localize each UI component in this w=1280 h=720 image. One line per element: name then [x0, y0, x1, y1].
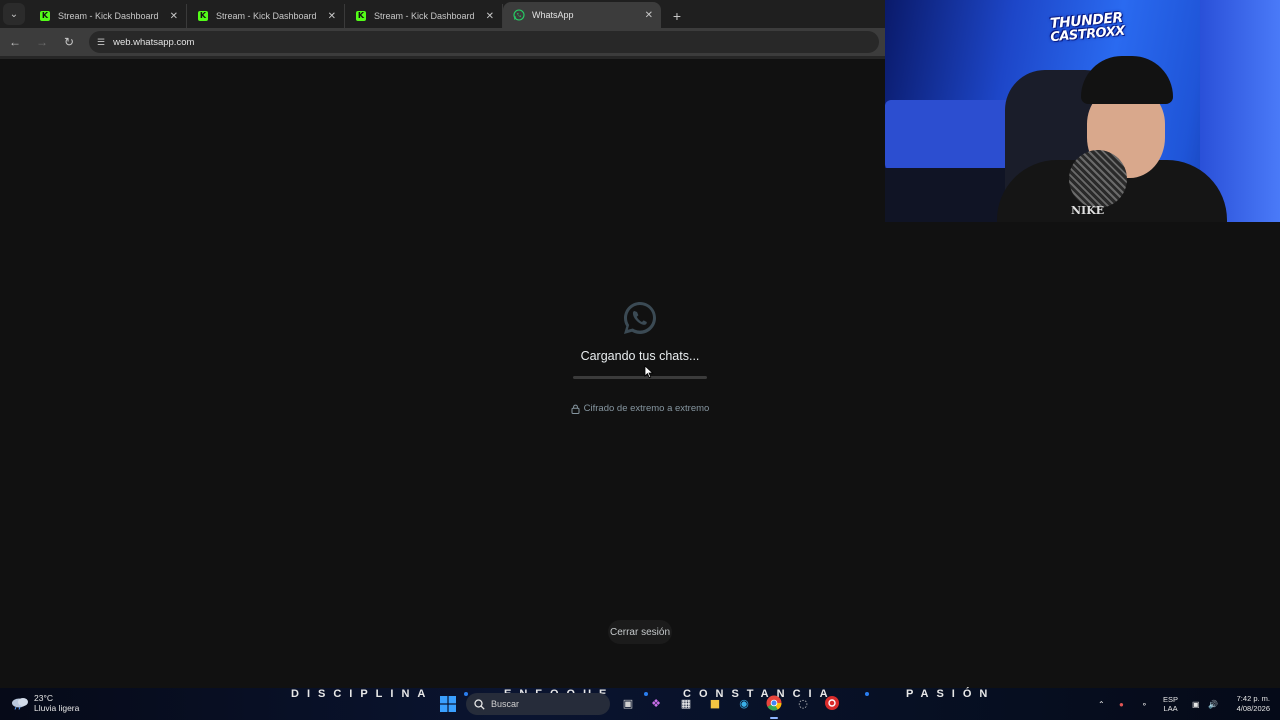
rain-cloud-icon: [12, 698, 28, 710]
close-icon[interactable]: ✕: [645, 10, 653, 21]
active-app-indicator: [770, 717, 778, 719]
show-hidden-icons-button[interactable]: ⌃: [1098, 688, 1105, 720]
logout-button[interactable]: Cerrar sesión: [608, 620, 672, 644]
tab-title: Stream - Kick Dashboard: [58, 11, 159, 21]
arrow-left-icon: ←: [9, 35, 21, 49]
whatsapp-icon: [624, 302, 656, 334]
clock-time: 7:42 p. m.: [1236, 694, 1270, 703]
edge-browser-icon[interactable]: ◉: [735, 694, 753, 712]
copilot-icon[interactable]: ❖: [647, 694, 665, 712]
weather-description: Lluvia ligera: [34, 703, 80, 713]
loading-status-text: Cargando tus chats...: [580, 349, 700, 363]
language-code: ESP: [1163, 695, 1179, 704]
whatsapp-logo-icon: [513, 9, 525, 21]
kick-logo-icon: K: [356, 11, 366, 21]
motto-word-1: DISCIPLINA: [291, 688, 434, 700]
microsoft-store-icon[interactable]: ▦: [677, 694, 695, 712]
encryption-notice: Cifrado de extremo a extremo: [571, 403, 710, 414]
mouse-cursor-icon: [644, 365, 654, 379]
system-clock[interactable]: 7:42 p. m. 4/08/2026: [1228, 694, 1270, 714]
reload-button[interactable]: ↻: [57, 30, 81, 54]
tab-kick-dashboard-1[interactable]: K Stream - Kick Dashboard ✕: [29, 4, 187, 28]
taskbar-search[interactable]: Buscar: [466, 693, 610, 715]
taskbar: 23°C Lluvia ligera DISCIPLINA ENFOQUE CO…: [0, 688, 1280, 720]
whatsapp-loading-panel: Cargando tus chats... Cifrado de extremo…: [540, 300, 740, 414]
network-icon[interactable]: ▣: [1192, 688, 1200, 720]
close-icon[interactable]: ✕: [170, 11, 178, 22]
webcam-microphone: [1069, 150, 1127, 208]
tab-kick-dashboard-2[interactable]: K Stream - Kick Dashboard ✕: [187, 4, 345, 28]
weather-widget[interactable]: 23°C Lluvia ligera: [10, 693, 79, 713]
search-icon: [474, 698, 485, 710]
webcam-shirt-text: NIKE: [1071, 204, 1105, 217]
webcam-background-bed: [885, 100, 1015, 170]
tab-whatsapp[interactable]: WhatsApp ✕: [503, 2, 661, 28]
reload-icon: ↻: [63, 35, 75, 49]
url-text: web.whatsapp.com: [113, 36, 195, 48]
task-view-icon[interactable]: ▣: [619, 694, 637, 712]
chrome-browser-icon[interactable]: [765, 694, 783, 712]
tab-title: Stream - Kick Dashboard: [374, 11, 475, 21]
new-tab-button[interactable]: +: [665, 4, 689, 28]
tab-title: WhatsApp: [532, 10, 574, 20]
lock-icon: [571, 404, 580, 414]
obs-studio-icon[interactable]: ◌: [794, 694, 812, 712]
motto-separator-dot: [865, 692, 869, 696]
weather-temperature: 23°C: [34, 693, 53, 703]
tray-app-icon[interactable]: ●: [1119, 688, 1124, 720]
microphone-icon[interactable]: ⚬: [1141, 688, 1148, 720]
arrow-right-icon: →: [36, 35, 48, 49]
encryption-text: Cifrado de extremo a extremo: [583, 403, 710, 414]
webcam-streamer-cap: [1081, 56, 1173, 104]
chevron-up-icon: ⌃: [1098, 699, 1105, 709]
close-icon[interactable]: ✕: [328, 11, 336, 22]
site-settings-icon[interactable]: ☰: [97, 37, 105, 48]
volume-icon[interactable]: 🔊: [1208, 688, 1218, 720]
search-placeholder: Buscar: [491, 699, 520, 709]
loading-progress-bar: [573, 376, 707, 379]
file-explorer-icon[interactable]: ■: [706, 694, 724, 712]
plus-icon: +: [672, 8, 682, 24]
chevron-down-icon: ⌄: [9, 8, 19, 20]
motto-separator-dot: [464, 692, 468, 696]
webcam-background-bed-base: [885, 168, 1005, 222]
kick-logo-icon: K: [198, 11, 208, 21]
windows-start-icon[interactable]: [440, 696, 456, 712]
close-icon[interactable]: ✕: [486, 11, 494, 22]
input-language-indicator[interactable]: ESP LAA: [1163, 695, 1178, 713]
kick-logo-icon: K: [40, 11, 50, 21]
address-bar[interactable]: ☰ web.whatsapp.com: [89, 31, 879, 53]
clock-date: 4/08/2026: [1236, 704, 1270, 713]
recording-app-icon[interactable]: [823, 694, 841, 712]
tab-search-button[interactable]: ⌄: [3, 3, 25, 25]
tab-title: Stream - Kick Dashboard: [216, 11, 317, 21]
motto-word-4: PASIÓN: [906, 688, 996, 700]
channel-logo: THUNDER CASTROXX: [1044, 10, 1130, 45]
webcam-overlay: NIKE THUNDER CASTROXX: [885, 0, 1280, 222]
forward-button[interactable]: →: [30, 30, 54, 54]
back-button[interactable]: ←: [3, 30, 27, 54]
tab-kick-dashboard-3[interactable]: K Stream - Kick Dashboard ✕: [345, 4, 503, 28]
keyboard-layout: LAA: [1163, 704, 1178, 713]
